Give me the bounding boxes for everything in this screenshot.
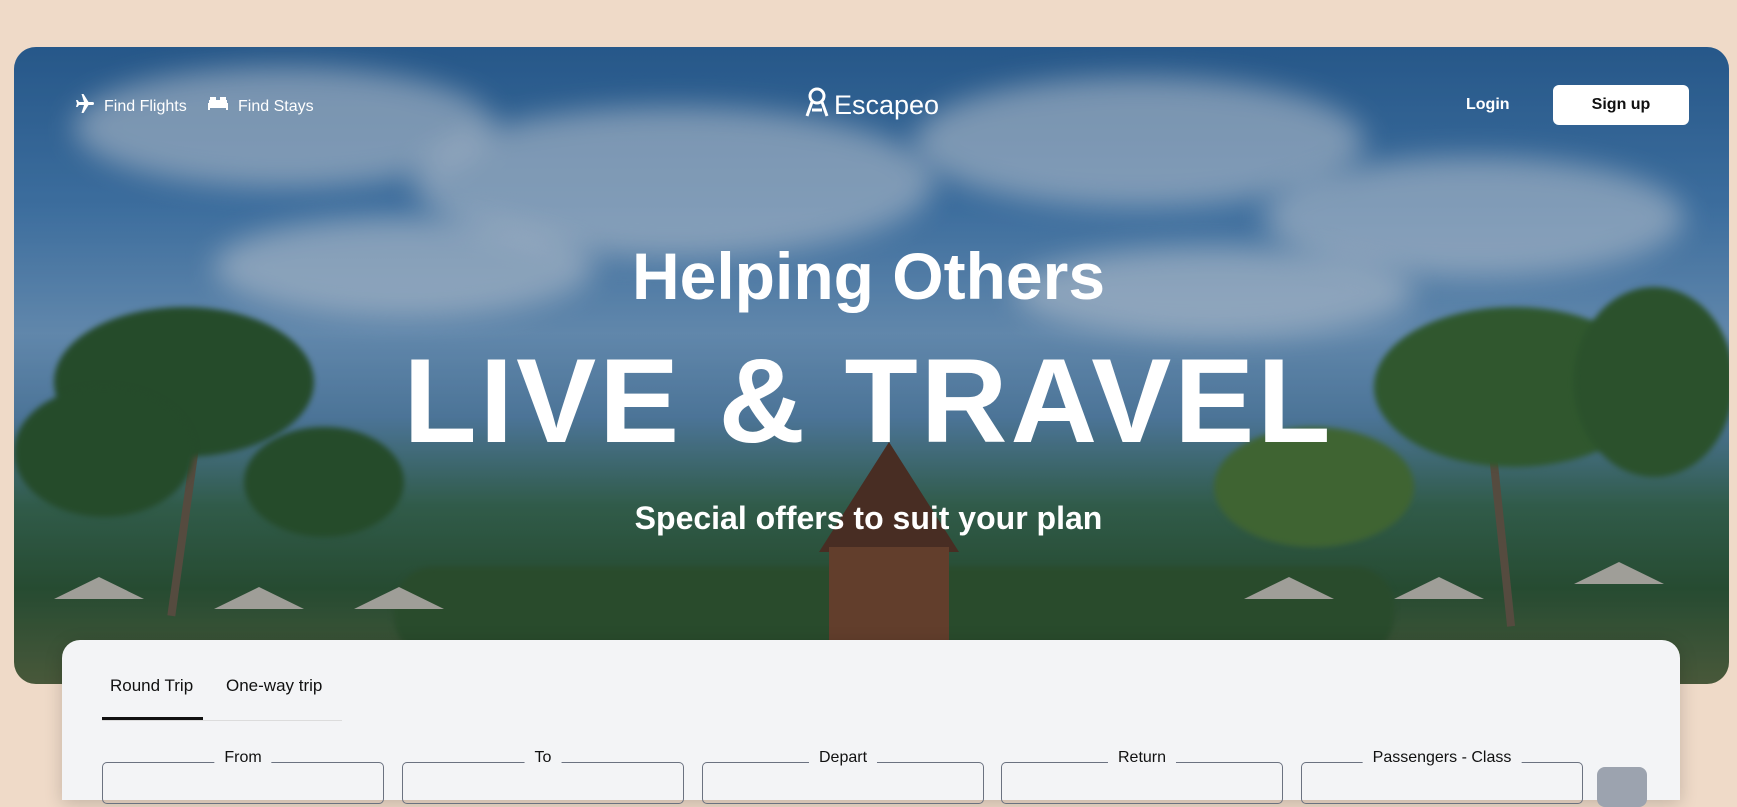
hero-title: LIVE & TRAVEL	[403, 334, 1334, 468]
to-label: To	[524, 749, 562, 767]
find-stays-link[interactable]: Find Stays	[206, 92, 314, 121]
find-flights-label: Find Flights	[104, 97, 187, 115]
depart-field[interactable]: Depart	[702, 749, 984, 804]
search-panel: Round Trip One-way trip From To Depart R…	[62, 640, 1680, 807]
return-field[interactable]: Return	[1001, 749, 1283, 804]
from-field[interactable]: From	[102, 749, 384, 804]
passengers-class-label: Passengers - Class	[1362, 749, 1522, 767]
tab-one-way-trip[interactable]: One-way trip	[226, 676, 322, 696]
airplane-icon	[72, 92, 96, 121]
from-label: From	[214, 749, 272, 767]
active-tab-indicator	[102, 717, 203, 720]
location-pin-icon	[804, 86, 830, 125]
signup-button[interactable]: Sign up	[1553, 85, 1689, 125]
passengers-class-field[interactable]: Passengers - Class	[1301, 749, 1583, 804]
return-label: Return	[1107, 749, 1177, 767]
search-button[interactable]	[1597, 767, 1647, 807]
depart-label: Depart	[808, 749, 878, 767]
find-flights-link[interactable]: Find Flights	[72, 92, 187, 121]
top-nav: Find Flights Find Stays Escapeo Login Si…	[0, 0, 1737, 125]
trip-type-tabs: Round Trip One-way trip	[102, 640, 342, 721]
logo[interactable]: Escapeo	[804, 86, 939, 125]
logo-text: Escapeo	[834, 90, 940, 120]
find-stays-label: Find Stays	[238, 97, 314, 115]
hero-subtitle: Helping Others	[631, 239, 1106, 313]
tab-round-trip[interactable]: Round Trip	[110, 676, 193, 696]
to-field[interactable]: To	[402, 749, 684, 804]
bed-icon	[206, 92, 230, 121]
login-button[interactable]: Login	[1466, 96, 1510, 114]
hero-tagline: Special offers to suit your plan	[634, 500, 1103, 536]
